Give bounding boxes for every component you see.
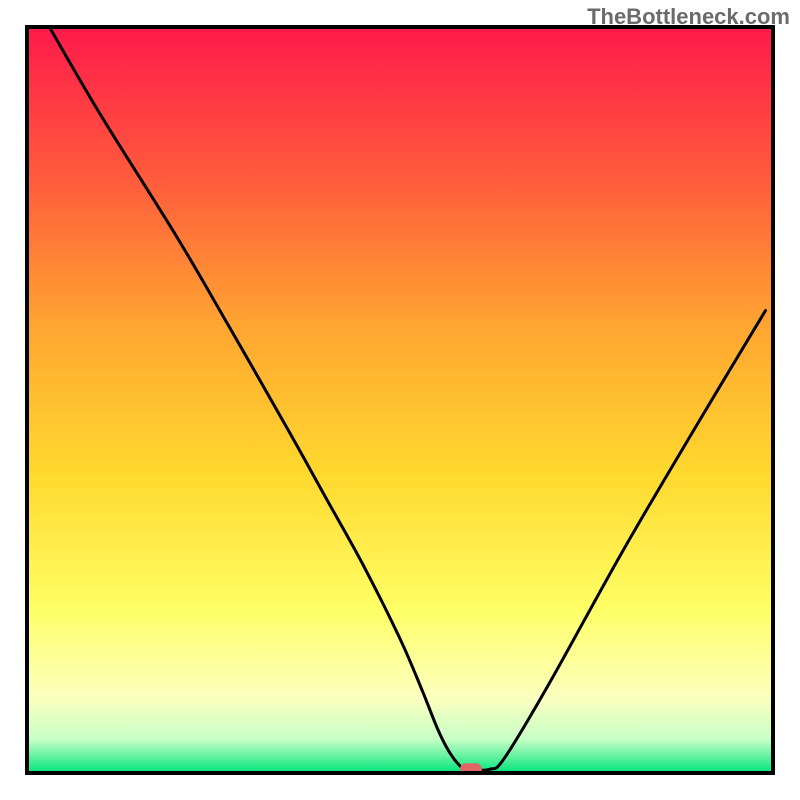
plot-background <box>27 27 773 773</box>
chart-frame: TheBottleneck.com <box>0 0 800 800</box>
bottleneck-chart <box>0 0 800 800</box>
